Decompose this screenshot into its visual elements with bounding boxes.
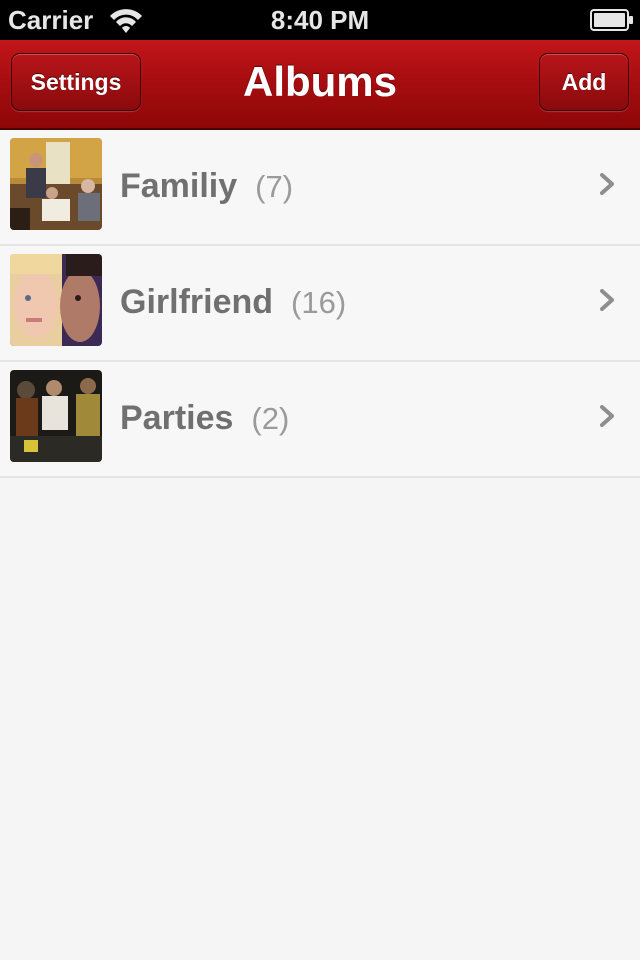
album-name-text: Girlfriend <box>120 283 274 321</box>
chevron-right-icon <box>600 173 614 195</box>
album-thumbnail <box>10 370 102 462</box>
album-thumbnail <box>10 138 102 230</box>
add-album-button[interactable]: Add <box>539 53 629 111</box>
chevron-right-icon <box>600 405 614 427</box>
album-row-girlfriend[interactable]: Girlfriend (16) <box>0 246 640 362</box>
album-thumbnail <box>10 254 102 346</box>
album-title: Parties (2) <box>120 396 289 441</box>
navigation-bar: Settings Albums Add <box>0 40 640 130</box>
chevron-right-icon <box>600 289 614 311</box>
album-row-familiy[interactable]: Familiy (7) <box>0 130 640 246</box>
album-title: Familiy (7) <box>120 164 293 209</box>
battery-icon <box>590 9 633 31</box>
album-name-text: Familiy <box>120 167 238 205</box>
album-title: Girlfriend (16) <box>120 280 346 325</box>
album-photo-count: (16) <box>291 285 347 320</box>
status-bar: Carrier 8:40 PM <box>0 0 640 40</box>
album-photo-count: (2) <box>251 401 290 436</box>
album-list: Familiy (7) Girlfriend (16) Parties (2) <box>0 130 640 478</box>
status-time: 8:40 PM <box>270 5 370 35</box>
album-name-text: Parties <box>120 399 234 437</box>
album-photo-count: (7) <box>255 169 294 204</box>
album-row-parties[interactable]: Parties (2) <box>0 362 640 478</box>
